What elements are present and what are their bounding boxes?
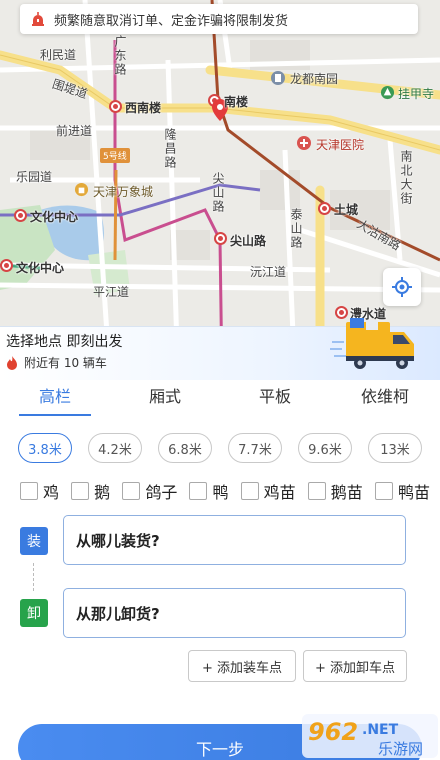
park-icon [380,85,395,100]
cargo-label: 鸽子 [145,483,178,502]
metro-station-icon [318,202,331,215]
truck-length-options: 3.8米 4.2米 6.8米 7.7米 9.6米 13米 [18,433,422,463]
cargo-checkbox-chicken[interactable]: 鸡 [20,479,59,503]
alarm-bell-icon [32,12,44,26]
cargo-checkbox-goose[interactable]: 鹅 [71,479,110,503]
checkbox-icon[interactable] [240,482,259,500]
load-address-field[interactable]: 从哪儿装货? [63,515,406,565]
length-chip-3-8[interactable]: 3.8米 [18,433,72,463]
cargo-checkbox-chick[interactable]: 鸡苗 [240,479,296,503]
map-label: 尖山路 [211,172,225,214]
cargo-checkbox-gosling[interactable]: 鹅苗 [307,479,363,503]
checkbox-icon[interactable] [374,482,393,500]
map-label: 文化中心 [16,261,65,275]
add-load-point-button[interactable]: + 添加装车点 [188,650,296,682]
cargo-type-checkboxes: 鸡 鹅 鸽子 鸭 鸡苗 鹅苗 鸭苗 [20,479,430,503]
map-label: 乐园道 [16,170,53,184]
map-view[interactable]: 5号线 利民道 围堤道 前进道 乐园道 西南楼 南楼 龙都南园 挂甲寺 天津医院… [0,0,440,380]
cargo-checkbox-duck[interactable]: 鸭 [189,479,228,503]
cargo-label: 鸭 [212,483,229,502]
shopping-mall-icon [74,182,89,197]
map-label: 沅江道 [250,265,287,279]
banner-title: 选择地点 即刻出发 [6,334,123,350]
tab-gaolan[interactable]: 高栏 [0,384,110,422]
watermark-site-name: 乐游网 [378,740,423,758]
nearby-vehicle-count: 附近有 10 辆车 [24,356,107,370]
cargo-label: 鹅苗 [330,483,363,502]
cargo-checkbox-pigeon[interactable]: 鸽子 [122,479,177,503]
checkbox-icon[interactable] [122,482,141,500]
map-label: 前进道 [56,124,93,138]
map-label: 广东路 [113,35,127,77]
add-unload-point-button[interactable]: + 添加卸车点 [303,650,407,682]
unload-badge: 卸 [20,599,48,627]
checkbox-icon[interactable] [189,482,208,500]
map-label: 西南楼 [125,101,162,115]
map-label: 隆昌路 [163,128,177,170]
hospital-icon [297,136,311,150]
length-chip-9-6[interactable]: 9.6米 [298,433,352,463]
checkbox-icon[interactable] [307,482,326,500]
cargo-checkbox-duckling[interactable]: 鸭苗 [374,479,430,503]
vehicle-type-tabs: 高栏 厢式 平板 依维柯 [0,384,440,422]
tab-xiangshi[interactable]: 厢式 [110,384,220,422]
tab-yiweike[interactable]: 依维柯 [330,384,440,422]
map-label: 尖山路 [230,234,267,248]
map-label: 泰山路 [289,208,303,250]
tab-pingban[interactable]: 平板 [220,384,330,422]
metro-station-icon [214,232,227,245]
cargo-label: 鸡 [43,483,60,502]
map-label: 龙都南园 [290,72,339,86]
notice-text: 频繁随意取消订单、定金诈骗将限制发货 [54,13,289,29]
map-label: 天津万象城 [93,185,154,199]
metro-station-icon [109,100,122,113]
metro-station-icon [14,209,27,222]
length-chip-6-8[interactable]: 6.8米 [158,433,212,463]
site-watermark-logo: 962 .NET 乐游网 [302,714,438,758]
route-connector [33,563,34,591]
cargo-label: 鸡苗 [263,483,296,502]
map-label: 南楼 [224,95,249,109]
checkbox-icon[interactable] [20,482,38,500]
map-label: 南北大街 [399,150,413,206]
delivery-truck-icon [330,318,414,369]
notice-bar: 频繁随意取消订单、定金诈骗将限制发货 [20,4,418,34]
watermark-domain: .NET [362,722,399,738]
metro-line-badge: 5号线 [100,148,130,163]
checkbox-icon[interactable] [71,482,90,500]
crosshair-icon [392,277,412,297]
watermark-number: 962 [308,718,358,746]
landmark-icon [271,71,285,85]
length-chip-4-2[interactable]: 4.2米 [88,433,142,463]
length-chip-13[interactable]: 13米 [368,433,422,463]
cargo-label: 鹅 [94,483,111,502]
length-chip-7-7[interactable]: 7.7米 [228,433,282,463]
map-label: 土城 [334,203,359,217]
unload-address-field[interactable]: 从那儿卸货? [63,588,406,638]
fire-icon [7,355,17,370]
map-label: 天津医院 [316,138,365,152]
map-label: 挂甲寺 [398,87,435,101]
load-badge: 装 [20,527,48,555]
map-label: 文化中心 [30,210,79,224]
map-label: 平江道 [93,285,130,299]
map-label: 利民道 [40,48,77,62]
cargo-label: 鸭苗 [397,483,430,502]
locate-button[interactable] [383,268,421,306]
metro-station-icon [0,259,13,272]
